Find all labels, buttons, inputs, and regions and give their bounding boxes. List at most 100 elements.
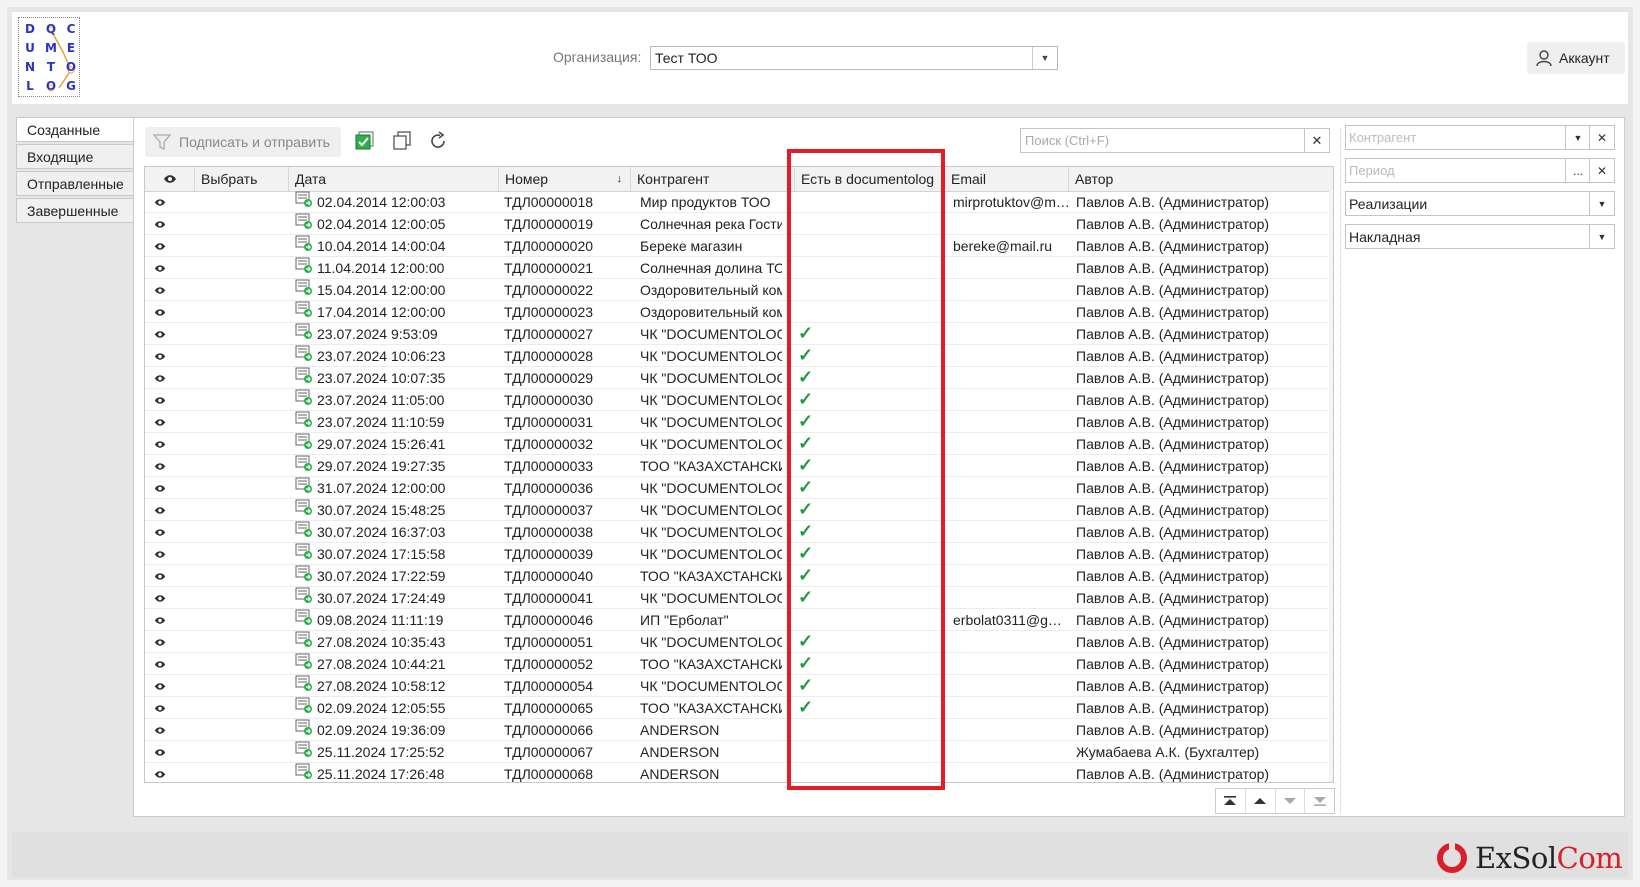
eye-icon[interactable] — [145, 675, 175, 697]
tab-incoming[interactable]: Входящие — [16, 144, 134, 169]
eye-icon[interactable] — [145, 455, 175, 477]
table-row[interactable]: 30.07.2024 15:48:25 ТДЛ00000037 ЧК "DOCUME… — [145, 499, 1333, 521]
table-row[interactable]: 23.07.2024 10:07:35 ТДЛ00000029 ЧК "DOCUME… — [145, 367, 1333, 389]
kontragent-cell: ЧК "DOCUMENTOLOG — [640, 678, 782, 694]
email-cell — [953, 345, 1071, 367]
table-row[interactable]: 17.04.2014 12:00:00 ТДЛ00000023 Оздоровите… — [145, 301, 1333, 323]
column-header-kontragent[interactable]: Контрагент — [631, 167, 795, 191]
table-row[interactable]: 09.08.2024 11:11:19 ТДЛ00000046 ИП "Ербола… — [145, 609, 1333, 631]
email-cell — [953, 675, 1071, 697]
eye-icon[interactable] — [145, 301, 175, 323]
first-page-icon[interactable] — [1216, 789, 1246, 813]
table-row[interactable]: 10.04.2014 14:00:04 ТДЛ00000020 Береке маг… — [145, 235, 1333, 257]
chevron-down-icon[interactable]: ▼ — [1032, 47, 1057, 69]
table-row[interactable]: 29.07.2024 19:27:35 ТДЛ00000033 ТОО "КАЗАХ… — [145, 455, 1333, 477]
eye-icon[interactable] — [145, 653, 175, 675]
tab-created[interactable]: Созданные — [16, 117, 135, 142]
chevron-down-icon[interactable]: ▼ — [1589, 225, 1614, 248]
eye-icon[interactable] — [145, 697, 175, 719]
column-header-select[interactable]: Выбрать — [195, 167, 289, 191]
eye-icon[interactable] — [145, 367, 175, 389]
chevron-down-icon[interactable]: ▼ — [1565, 126, 1590, 149]
search-placeholder: Поиск (Ctrl+F) — [1025, 133, 1110, 148]
eye-icon[interactable] — [145, 345, 175, 367]
eye-icon[interactable] — [145, 279, 175, 301]
eye-icon[interactable] — [145, 235, 175, 257]
eye-icon[interactable] — [145, 323, 175, 345]
eye-icon[interactable] — [145, 191, 175, 213]
column-header-author[interactable]: Автор — [1069, 167, 1333, 191]
next-page-icon[interactable] — [1276, 789, 1306, 813]
number-cell: ТДЛ00000033 — [504, 458, 594, 474]
table-row[interactable]: 27.08.2024 10:35:43 ТДЛ00000051 ЧК "DOCUME… — [145, 631, 1333, 653]
table-row[interactable]: 23.07.2024 11:10:59 ТДЛ00000031 ЧК "DOCUME… — [145, 411, 1333, 433]
eye-icon[interactable] — [145, 477, 175, 499]
eye-icon[interactable] — [145, 719, 175, 741]
eye-icon[interactable] — [145, 565, 175, 587]
eye-icon[interactable] — [145, 631, 175, 653]
eye-icon[interactable] — [145, 257, 175, 279]
table-row[interactable]: 30.07.2024 17:24:49 ТДЛ00000041 ЧК "DOCUME… — [145, 587, 1333, 609]
eye-icon[interactable] — [145, 521, 175, 543]
table-row[interactable]: 31.07.2024 12:00:00 ТДЛ00000036 ЧК "DOCUME… — [145, 477, 1333, 499]
author-cell: Павлов А.В. (Администратор) — [1076, 370, 1270, 386]
user-icon — [1536, 50, 1552, 67]
close-icon[interactable]: ✕ — [1589, 126, 1614, 149]
table-row[interactable]: 23.07.2024 10:06:23 ТДЛ00000028 ЧК "DOCUME… — [145, 345, 1333, 367]
table-row[interactable]: 02.04.2014 12:00:05 ТДЛ00000019 Солнечная … — [145, 213, 1333, 235]
table-row[interactable]: 15.04.2014 12:00:00 ТДЛ00000022 Оздоровите… — [145, 279, 1333, 301]
column-header-email[interactable]: Email — [945, 167, 1069, 191]
eye-icon[interactable] — [145, 587, 175, 609]
document-kind-select[interactable]: Накладная ▼ — [1345, 224, 1615, 249]
eye-icon[interactable] — [145, 543, 175, 565]
date-cell: 27.08.2024 10:58:12 — [295, 675, 495, 697]
table-row[interactable]: 02.09.2024 12:05:55 ТДЛ00000065 ТОО "КАЗАХ… — [145, 697, 1333, 719]
number-cell: ТДЛ00000051 — [504, 634, 594, 650]
sign-and-send-button[interactable]: Подписать и отправить — [145, 127, 341, 157]
column-header-date[interactable]: Дата — [289, 167, 499, 191]
table-row[interactable]: 27.08.2024 10:44:21 ТДЛ00000052 ТОО "КАЗАХ… — [145, 653, 1333, 675]
kontragent-filter[interactable]: Контрагент ▼ ✕ — [1345, 125, 1615, 150]
tab-sent[interactable]: Отправленные — [16, 171, 134, 196]
eye-icon[interactable] — [145, 389, 175, 411]
eye-icon[interactable] — [145, 213, 175, 235]
tab-completed[interactable]: Завершенные — [16, 198, 134, 223]
eye-icon[interactable] — [145, 609, 175, 631]
ellipsis-button[interactable]: ... — [1565, 159, 1590, 182]
document-type-select[interactable]: Реализации ▼ — [1345, 191, 1615, 216]
table-row[interactable]: 25.11.2024 17:25:52 ТДЛ00000067 ANDERSON Жу… — [145, 741, 1333, 763]
eye-icon[interactable] — [145, 763, 175, 782]
table-row[interactable]: 11.04.2014 12:00:00 ТДЛ00000021 Солнечная … — [145, 257, 1333, 279]
copy-icon[interactable] — [389, 128, 415, 154]
table-row[interactable]: 30.07.2024 17:15:58 ТДЛ00000039 ЧК "DOCUME… — [145, 543, 1333, 565]
organization-select[interactable]: Тест ТОО ▼ — [650, 46, 1058, 70]
table-row[interactable]: 29.07.2024 15:26:41 ТДЛ00000032 ЧК "DOCUME… — [145, 433, 1333, 455]
vertical-scrollbar[interactable] — [1329, 191, 1333, 782]
number-cell: ТДЛ00000065 — [504, 700, 594, 716]
table-row[interactable]: 27.08.2024 10:58:12 ТДЛ00000054 ЧК "DOCUME… — [145, 675, 1333, 697]
date-text: 23.07.2024 9:53:09 — [317, 326, 438, 342]
table-row[interactable]: 23.07.2024 9:53:09 ТДЛ00000027 ЧК "DOCUMEN… — [145, 323, 1333, 345]
eye-icon[interactable] — [145, 741, 175, 763]
search-input[interactable]: Поиск (Ctrl+F) ✕ — [1020, 128, 1330, 153]
refresh-icon[interactable] — [425, 128, 451, 154]
eye-icon[interactable] — [145, 499, 175, 521]
table-row[interactable]: 30.07.2024 17:22:59 ТДЛ00000040 ТОО "КАЗАХ… — [145, 565, 1333, 587]
last-page-icon[interactable] — [1305, 789, 1334, 813]
table-row[interactable]: 23.07.2024 11:05:00 ТДЛ00000030 ЧК "DOCUME… — [145, 389, 1333, 411]
account-button[interactable]: Аккаунт — [1527, 42, 1625, 74]
table-row[interactable]: 02.09.2024 19:36:09 ТДЛ00000066 ANDERSON Па… — [145, 719, 1333, 741]
table-row[interactable]: 02.04.2014 12:00:03 ТДЛ00000018 Мир продук… — [145, 191, 1333, 213]
chevron-down-icon[interactable]: ▼ — [1589, 192, 1614, 215]
close-icon[interactable]: ✕ — [1589, 159, 1614, 182]
column-header-number[interactable]: Номер ↓ — [499, 167, 631, 191]
previous-page-icon[interactable] — [1246, 789, 1276, 813]
check-all-icon[interactable] — [352, 128, 378, 154]
close-icon[interactable]: ✕ — [1304, 129, 1329, 152]
table-row[interactable]: 25.11.2024 17:26:48 ТДЛ00000068 ANDERSON Па… — [145, 763, 1333, 782]
period-filter[interactable]: Период ... ✕ — [1345, 158, 1615, 183]
kontragent-cell: ТОО "КАЗАХСТАНСКИ — [640, 568, 782, 584]
table-row[interactable]: 30.07.2024 16:37:03 ТДЛ00000038 ЧК "DOCUME… — [145, 521, 1333, 543]
eye-icon[interactable] — [145, 433, 175, 455]
eye-icon[interactable] — [145, 411, 175, 433]
